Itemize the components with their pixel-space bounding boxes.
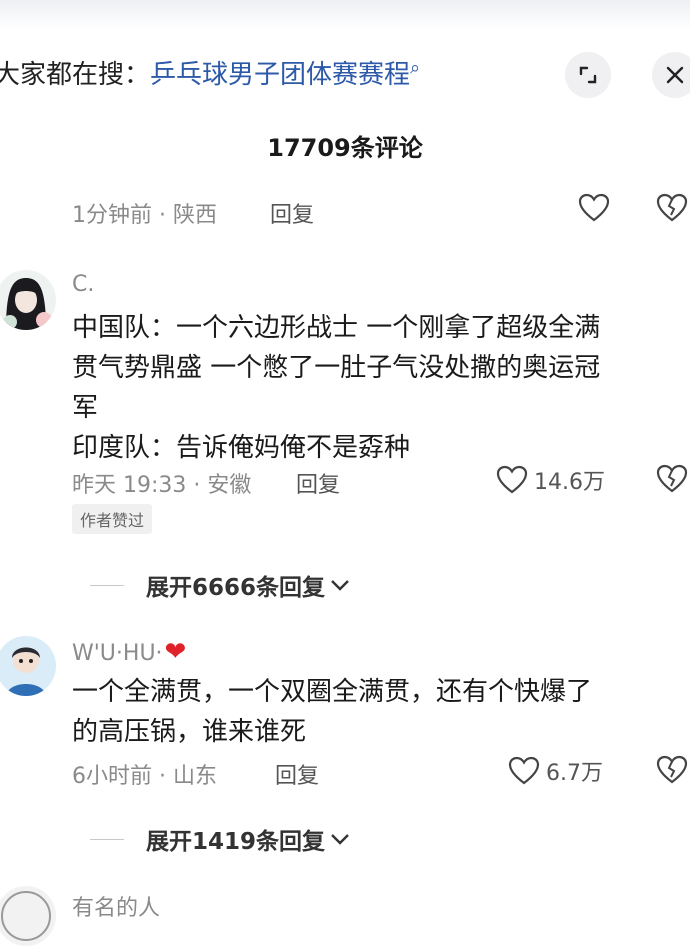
divider-line — [90, 584, 124, 586]
red-heart-icon: ❤ — [164, 637, 187, 667]
comment-username[interactable]: 有名的人 — [72, 890, 160, 922]
divider-line — [90, 838, 124, 840]
comment-line: 贯气势鼎盛 一个憋了一肚子气没处撒的奥运冠 — [72, 353, 601, 383]
broken-heart-icon — [656, 464, 688, 493]
expand-replies-button[interactable]: 展开6666条回复 — [90, 568, 351, 602]
close-button[interactable] — [652, 52, 690, 98]
chevron-down-icon — [331, 580, 349, 591]
like-button[interactable]: 6.7万 — [508, 755, 603, 787]
avatar-image — [0, 270, 56, 330]
comment-line: 军 — [72, 393, 99, 423]
comment-text: 一个全满贯，一个双圈全满贯，还有个快爆了 的高压锅，谁来谁死 — [72, 672, 682, 752]
like-count: 6.7万 — [546, 761, 603, 786]
comment-time-location: 6小时前 · 山东 — [72, 764, 217, 789]
comment-count-title: 17709条评论 — [267, 134, 423, 162]
like-button[interactable] — [578, 193, 616, 223]
heart-icon — [578, 193, 610, 222]
expand-icon — [579, 66, 597, 84]
like-button[interactable]: 14.6万 — [496, 464, 605, 496]
dislike-button[interactable] — [656, 755, 690, 785]
search-suggestion-prefix: 大家都在搜： — [0, 60, 151, 90]
dislike-button[interactable] — [656, 193, 690, 223]
reply-button[interactable]: 回复 — [270, 197, 314, 229]
heart-icon — [496, 465, 528, 494]
chevron-down-icon — [331, 834, 349, 845]
comment-username[interactable]: W'U·HU·❤ — [72, 637, 186, 667]
top-fade — [0, 0, 690, 30]
comment-line: 印度队：告诉俺妈俺不是孬种 — [72, 433, 411, 463]
expand-replies-label: 展开1419条回复 — [146, 829, 326, 855]
search-suggestion-term[interactable]: 乒乓球男子团体赛赛程 — [150, 60, 410, 90]
heart-icon — [508, 756, 540, 785]
search-icon: ⌕ — [410, 57, 421, 79]
comment-username-text: W'U·HU· — [72, 641, 163, 666]
avatar-image — [0, 636, 56, 696]
avatar-image — [0, 886, 56, 946]
avatar[interactable] — [0, 636, 56, 696]
avatar[interactable] — [0, 270, 56, 330]
comment-time-location: 1分钟前 · 陕西 — [72, 203, 217, 228]
comment-username[interactable]: C. — [72, 272, 94, 297]
expand-button[interactable] — [565, 52, 611, 98]
avatar[interactable] — [0, 886, 56, 946]
like-count: 14.6万 — [534, 470, 605, 495]
author-liked-badge: 作者赞过 — [72, 504, 153, 534]
broken-heart-icon — [656, 755, 688, 784]
expand-replies-button[interactable]: 展开1419条回复 — [90, 822, 351, 856]
reply-button[interactable]: 回复 — [296, 467, 340, 499]
comment-line: 中国队：一个六边形战士 一个刚拿了超级全满 — [72, 313, 601, 343]
dislike-button[interactable] — [656, 464, 690, 494]
reply-button[interactable]: 回复 — [275, 758, 319, 790]
close-icon — [666, 66, 684, 84]
comment-text: 中国队：一个六边形战士 一个刚拿了超级全满 贯气势鼎盛 一个憋了一肚子气没处撒的… — [72, 308, 682, 468]
search-suggestion[interactable]: 大家都在搜：乒乓球男子团体赛赛程⌕ — [0, 54, 420, 91]
comment-line: 的高压锅，谁来谁死 — [72, 717, 307, 747]
comment-line: 一个全满贯，一个双圈全满贯，还有个快爆了 — [72, 677, 593, 707]
comment-time-location: 昨天 19:33 · 安徽 — [72, 473, 252, 498]
broken-heart-icon — [656, 193, 688, 222]
expand-replies-label: 展开6666条回复 — [146, 575, 326, 601]
